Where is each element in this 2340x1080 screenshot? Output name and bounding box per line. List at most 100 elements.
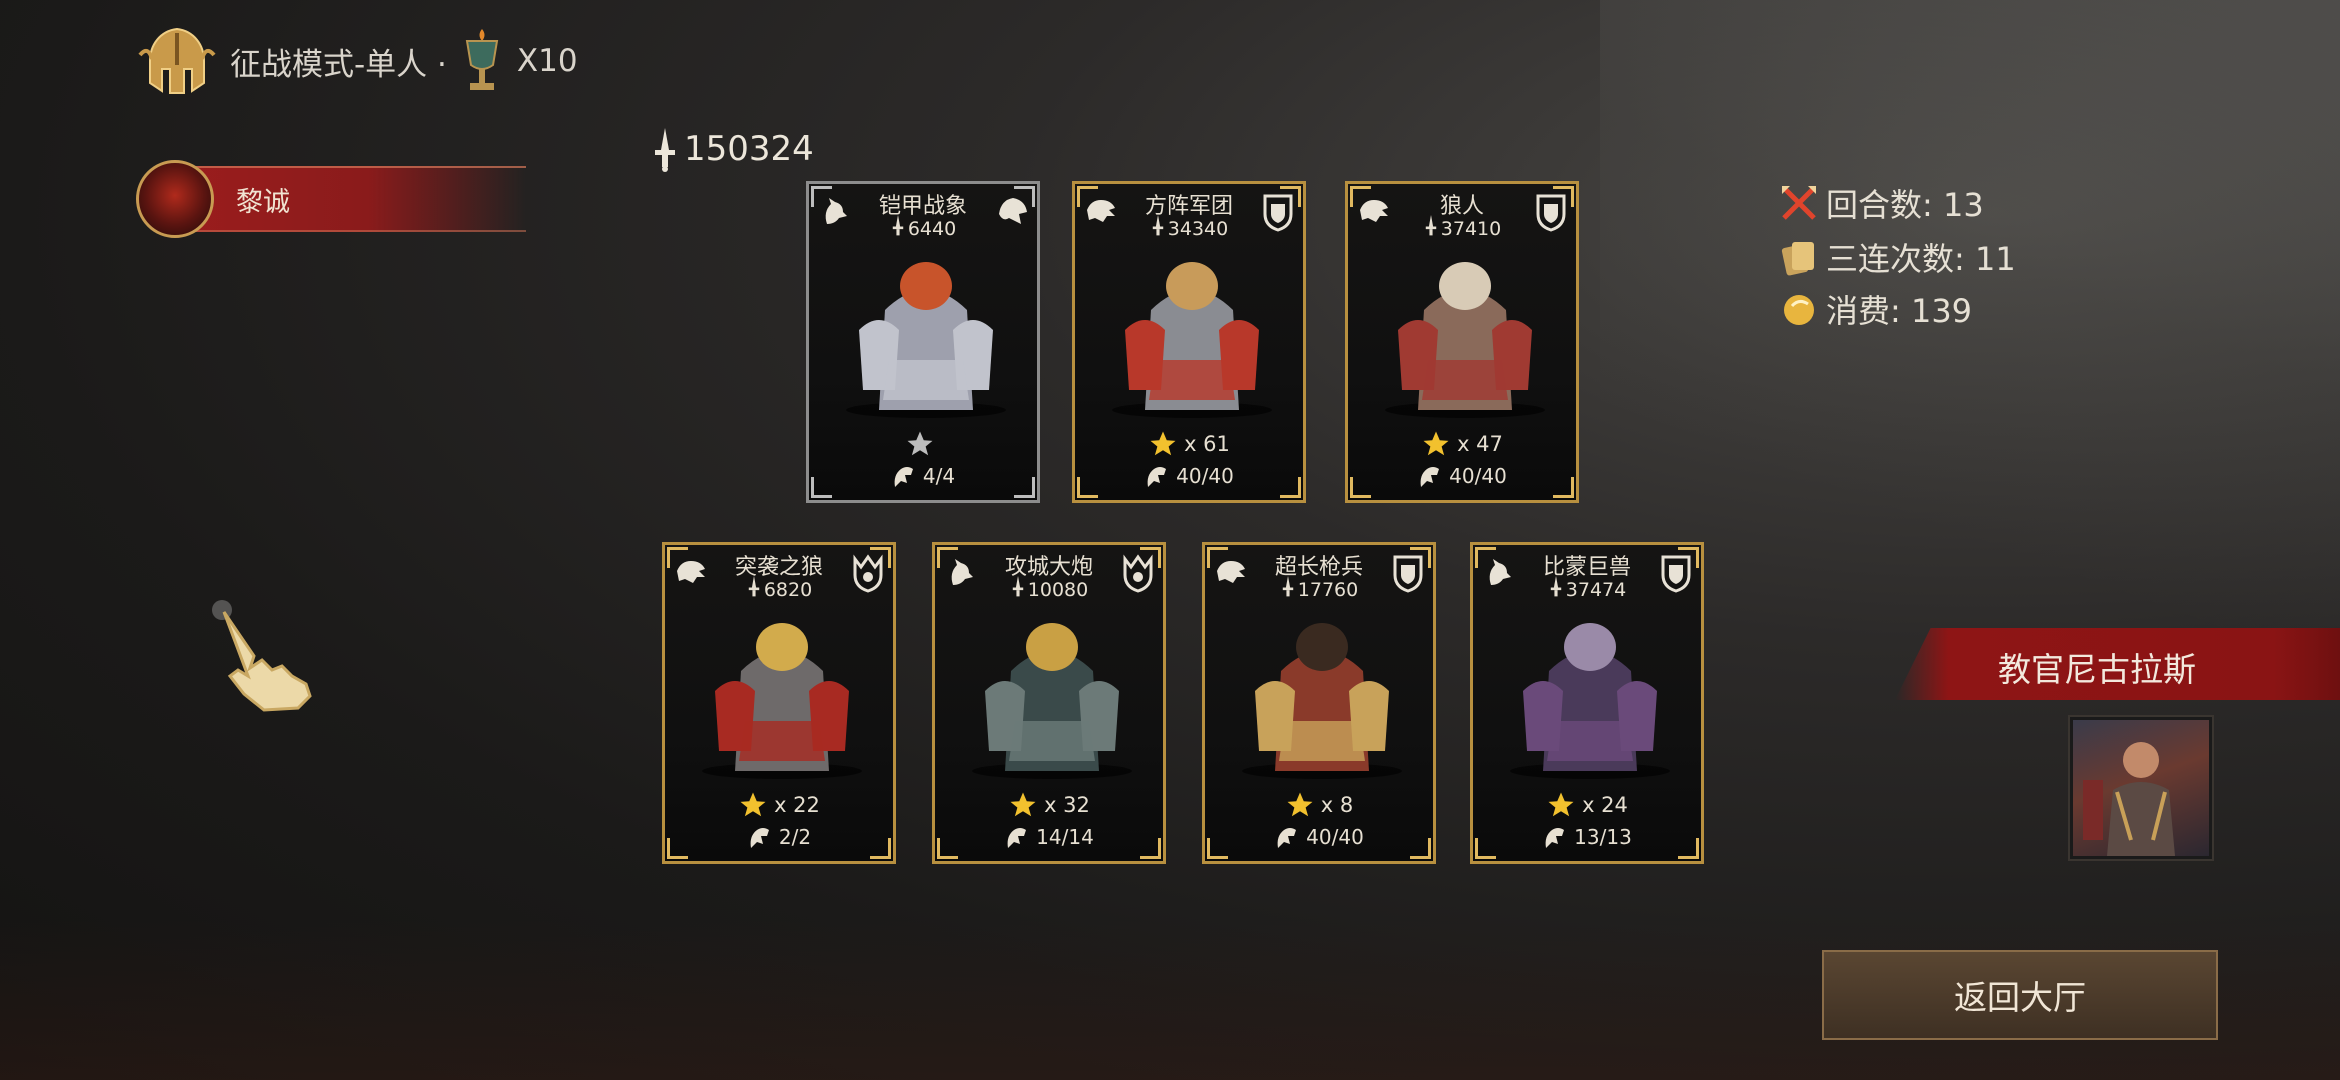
unit-troops: 40/40 — [1075, 463, 1303, 489]
unit-troops: 14/14 — [935, 824, 1163, 850]
unit-power-value: 6820 — [763, 579, 813, 601]
unit-stars — [809, 429, 1037, 459]
power-icon — [1012, 576, 1023, 597]
unit-power: 10080 — [935, 575, 1163, 601]
total-power-value: 150324 — [684, 129, 814, 169]
unit-card[interactable]: 方阵军团 34340 x 61 40/40 — [1072, 181, 1306, 503]
mode-title: 征战模式-单人 · — [230, 46, 447, 83]
star-icon — [1010, 792, 1036, 817]
crossed-swords-icon — [1782, 186, 1816, 220]
return-lobby-button[interactable]: 返回大厅 — [1822, 950, 2218, 1040]
unit-artwork — [1112, 262, 1272, 418]
reward-multiplier: X10 — [516, 43, 578, 79]
star-icon — [1548, 792, 1574, 817]
unit-card[interactable]: 攻城大炮 10080 x 32 14/14 — [932, 542, 1166, 864]
unit-troops: 2/2 — [665, 824, 893, 850]
unit-power: 34340 — [1075, 214, 1303, 240]
total-power: 150324 — [650, 126, 814, 172]
unit-troop-count: 13/13 — [1574, 825, 1632, 849]
instructor-avatar[interactable] — [2070, 717, 2212, 859]
unit-stars: x 32 — [935, 790, 1163, 820]
unit-power: 6820 — [665, 575, 893, 601]
unit-card[interactable]: 比蒙巨兽 37474 x 24 13/13 — [1470, 542, 1704, 864]
power-icon — [1152, 215, 1163, 236]
unit-stars: x 22 — [665, 790, 893, 820]
troop-icon — [1007, 828, 1027, 848]
unit-power: 37474 — [1473, 575, 1701, 601]
triples-stat: 三连次数: 11 — [1778, 234, 2016, 280]
unit-troops: 40/40 — [1205, 824, 1433, 850]
unit-stars: x 24 — [1473, 790, 1701, 820]
unit-card[interactable]: 铠甲战象 6440 4/4 — [806, 181, 1040, 503]
unit-power-value: 6440 — [907, 218, 957, 240]
unit-artwork — [972, 623, 1132, 779]
trophy-icon — [465, 29, 499, 90]
unit-troops: 40/40 — [1348, 463, 1576, 489]
triples-text: 三连次数: 11 — [1826, 240, 2016, 278]
unit-star-count: x 61 — [1184, 432, 1230, 456]
unit-troops: 4/4 — [809, 463, 1037, 489]
cost-text: 消费: 139 — [1826, 292, 1973, 330]
unit-troop-count: 14/14 — [1036, 825, 1094, 849]
unit-power-value: 37410 — [1440, 218, 1502, 240]
unit-card[interactable]: 突袭之狼 6820 x 22 2/2 — [662, 542, 896, 864]
unit-star-count: x 22 — [774, 793, 820, 817]
unit-troops: 13/13 — [1473, 824, 1701, 850]
power-icon — [1282, 576, 1293, 597]
unit-troop-count: 40/40 — [1449, 464, 1507, 488]
unit-star-count: x 24 — [1582, 793, 1628, 817]
player-avatar — [136, 160, 214, 238]
player-banner[interactable]: 黎诚 — [136, 160, 526, 238]
power-icon — [748, 576, 760, 597]
unit-troop-count: 4/4 — [922, 464, 956, 488]
unit-artwork — [1242, 623, 1402, 779]
unit-power-value: 34340 — [1167, 218, 1229, 240]
rounds-stat: 回合数: 13 — [1778, 180, 1984, 226]
unit-artwork — [846, 262, 1006, 418]
troop-icon — [894, 467, 913, 487]
unit-power: 17760 — [1205, 575, 1433, 601]
troop-icon — [1420, 467, 1440, 487]
mode-bar: 征战模式-单人 · X10 — [138, 22, 578, 100]
unit-stars: x 61 — [1075, 429, 1303, 459]
unit-star-count: x 8 — [1320, 793, 1354, 817]
star-icon — [1287, 792, 1313, 817]
coin-icon — [1784, 295, 1814, 325]
star-icon — [1423, 431, 1449, 456]
cost-stat: 消费: 139 — [1778, 286, 1972, 332]
power-icon — [1425, 215, 1436, 236]
star-icon — [740, 792, 766, 817]
unit-artwork — [1385, 262, 1545, 418]
unit-card[interactable]: 超长枪兵 17760 x 8 40/40 — [1202, 542, 1436, 864]
troop-icon — [1545, 828, 1565, 848]
power-icon — [655, 128, 675, 172]
player-band — [176, 166, 526, 232]
unit-artwork — [1510, 623, 1670, 779]
unit-card[interactable]: 狼人 37410 x 47 40/40 — [1345, 181, 1579, 503]
unit-troop-count: 40/40 — [1176, 464, 1234, 488]
unit-power-value: 17760 — [1297, 579, 1359, 601]
instructor-name: 教官尼古拉斯 — [1998, 650, 2196, 689]
unit-stars: x 47 — [1348, 429, 1576, 459]
player-name: 黎诚 — [236, 187, 290, 218]
unit-artwork — [702, 623, 862, 779]
troop-icon — [750, 828, 769, 848]
unit-troop-count: 2/2 — [778, 825, 812, 849]
instructor-portrait — [2083, 742, 2175, 856]
troop-icon — [1277, 828, 1297, 848]
power-icon — [1550, 576, 1561, 597]
unit-troop-count: 40/40 — [1306, 825, 1364, 849]
troop-icon — [1147, 467, 1167, 487]
rounds-text: 回合数: 13 — [1826, 186, 1984, 224]
unit-power-value: 10080 — [1027, 579, 1089, 601]
unit-power-value: 37474 — [1565, 579, 1627, 601]
star-icon — [1150, 431, 1176, 456]
unit-star-count: x 32 — [1044, 793, 1090, 817]
power-icon — [892, 215, 904, 236]
helmet-emblem-icon — [138, 27, 216, 94]
star-icon — [907, 431, 933, 456]
background-haze — [1600, 0, 2340, 700]
pointer-hand-icon — [212, 600, 312, 712]
unit-star-count: x 47 — [1457, 432, 1503, 456]
unit-stars: x 8 — [1205, 790, 1433, 820]
